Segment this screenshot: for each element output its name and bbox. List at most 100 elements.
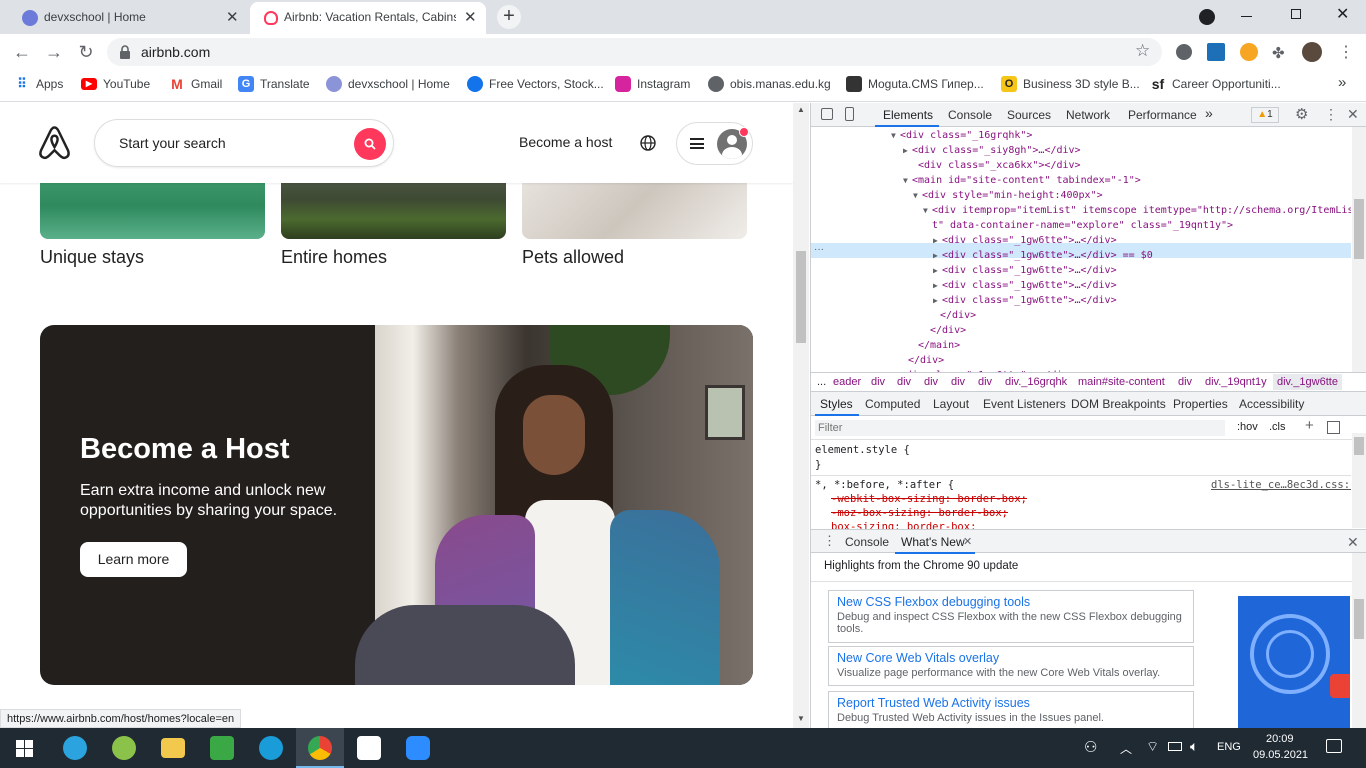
warning-badge[interactable]: ▲1 xyxy=(1251,107,1279,123)
breadcrumb-item[interactable]: div xyxy=(978,376,992,388)
drawer-tab-whats-new[interactable]: What's New xyxy=(901,535,965,549)
expand-arrow-icon[interactable]: ▶ xyxy=(903,146,912,155)
box-sizing-prop[interactable]: box-sizing: border-box; xyxy=(831,521,976,529)
address-bar[interactable]: airbnb.com ☆ xyxy=(107,38,1162,66)
volume-icon[interactable]: 🔈︎ xyxy=(1190,738,1198,755)
news-card-title[interactable]: Report Trusted Web Activity issues xyxy=(837,696,1185,710)
devtools-tab-sources[interactable]: Sources xyxy=(1007,108,1051,122)
dom-node-line[interactable]: </div> xyxy=(921,325,966,336)
profile-menu-icon[interactable] xyxy=(1199,9,1215,25)
cls-toggle[interactable]: .cls xyxy=(1269,421,1286,433)
expand-arrow-icon[interactable]: ▶ xyxy=(933,266,942,275)
close-tab-icon[interactable]: ✕ xyxy=(464,8,477,26)
chrome-menu-icon[interactable]: ⋮ xyxy=(1338,42,1354,62)
breadcrumb-item[interactable]: div._19qnt1y xyxy=(1205,376,1267,388)
people-icon[interactable]: ⚇ xyxy=(1084,738,1097,756)
category-label-entire-homes[interactable]: Entire homes xyxy=(281,247,387,268)
telegram-icon[interactable] xyxy=(63,736,87,760)
dom-node-line[interactable]: ▼ <div class="_16grqhk"> xyxy=(891,130,1032,141)
category-label-unique-stays[interactable]: Unique stays xyxy=(40,247,144,268)
computed-tab[interactable]: Computed xyxy=(865,397,920,411)
zoom-icon[interactable] xyxy=(406,736,430,760)
breadcrumb-item[interactable]: div xyxy=(951,376,965,388)
dom-breakpoints-tab[interactable]: DOM Breakpoints xyxy=(1071,397,1166,411)
back-icon[interactable]: ← xyxy=(10,40,34,64)
dom-node-line[interactable]: ▼ <main id="site-content" tabindex="-1"> xyxy=(903,175,1141,186)
bookmark-business[interactable]: O Business 3D style B... xyxy=(1001,76,1140,96)
globe-language-icon[interactable] xyxy=(640,135,656,151)
search-bar[interactable]: Start your search xyxy=(94,119,394,167)
bookmark-freepik[interactable]: Free Vectors, Stock... xyxy=(467,76,604,96)
whats-new-scroll-thumb[interactable] xyxy=(1354,599,1364,639)
dom-node-line[interactable]: ▶<div class="_1gw6tte">…</div> xyxy=(933,280,1117,291)
forward-icon[interactable]: → xyxy=(42,40,66,64)
styles-scroll-thumb[interactable] xyxy=(1354,437,1364,455)
event-listeners-tab[interactable]: Event Listeners xyxy=(983,397,1066,411)
category-label-pets-allowed[interactable]: Pets allowed xyxy=(522,247,624,268)
expand-arrow-icon[interactable]: ▼ xyxy=(923,206,932,215)
news-card[interactable]: Report Trusted Web Activity issues Debug… xyxy=(828,691,1194,728)
dom-scroll-thumb[interactable] xyxy=(1354,199,1364,259)
properties-tab[interactable]: Properties xyxy=(1173,397,1228,411)
wifi-icon[interactable]: ⌔ xyxy=(1146,738,1159,756)
close-whats-new-icon[interactable]: ✕ xyxy=(963,535,972,548)
expand-arrow-icon[interactable]: ▶ xyxy=(933,251,942,260)
scroll-up-arrow[interactable]: ▲ xyxy=(797,105,805,114)
devtools-tab-network[interactable]: Network xyxy=(1066,108,1110,122)
devtools-tab-performance[interactable]: Performance xyxy=(1128,108,1197,122)
styles-scrollbar[interactable] xyxy=(1352,433,1366,528)
breadcrumb-item[interactable]: div xyxy=(1178,376,1192,388)
extension-bug-icon[interactable] xyxy=(1176,44,1192,60)
notifications-icon[interactable] xyxy=(1326,739,1342,753)
battery-icon[interactable] xyxy=(1168,742,1182,751)
become-host-link[interactable]: Become a host xyxy=(519,134,612,150)
clock-time[interactable]: 20:09 xyxy=(1266,733,1294,745)
bookmark-apps[interactable]: ⠿ Apps xyxy=(14,76,63,96)
new-tab-button[interactable]: + xyxy=(497,5,521,29)
scroll-thumb[interactable] xyxy=(796,251,806,343)
camtasia-icon[interactable] xyxy=(210,736,234,760)
moz-box-sizing-prop[interactable]: -moz-box-sizing: border-box; xyxy=(831,507,1008,519)
dom-node-line[interactable]: </main> xyxy=(909,340,960,351)
airbnb-logo-icon[interactable] xyxy=(38,125,71,161)
bookmark-moguta[interactable]: Moguta.CMS Гипер... xyxy=(846,76,984,96)
maximize-button[interactable] xyxy=(1291,9,1301,19)
news-card[interactable]: New CSS Flexbox debugging tools Debug an… xyxy=(828,590,1194,643)
bookmark-gmail[interactable]: M Gmail xyxy=(169,76,222,96)
windows-start-icon[interactable] xyxy=(16,740,33,757)
close-drawer-icon[interactable]: ✕ xyxy=(1347,534,1359,551)
expand-arrow-icon[interactable]: ▼ xyxy=(891,131,900,140)
xmind-icon[interactable] xyxy=(112,736,136,760)
hov-toggle[interactable]: :hov xyxy=(1237,421,1258,433)
dom-node-line[interactable]: ▶<div class="_1gw6tte">…</div> xyxy=(933,235,1117,246)
tab-devxschool[interactable]: devxschool | Home ✕ xyxy=(8,2,248,34)
styles-filter-input[interactable] xyxy=(815,420,1225,436)
search-button[interactable] xyxy=(354,128,386,160)
expand-arrow-icon[interactable]: ▶ xyxy=(933,281,942,290)
bookmark-youtube[interactable]: ▶ YouTube xyxy=(81,76,150,96)
more-tabs-icon[interactable]: » xyxy=(1205,105,1213,121)
extension-round-icon[interactable] xyxy=(1240,43,1258,61)
webkit-box-sizing-prop[interactable]: -webkit-box-sizing: border-box; xyxy=(831,493,1027,505)
bookmark-translate[interactable]: G Translate xyxy=(238,76,310,96)
scroll-down-arrow[interactable]: ▼ xyxy=(797,714,805,723)
show-hidden-icons-icon[interactable]: ︿ xyxy=(1120,740,1132,757)
drawer-menu-icon[interactable]: ⋮ xyxy=(823,533,836,549)
whats-new-scrollbar[interactable] xyxy=(1352,553,1366,728)
dom-node-line[interactable]: t" data-container-name="explore" class="… xyxy=(923,220,1233,231)
expand-arrow-icon[interactable]: ▶ xyxy=(933,296,942,305)
element-style-rule[interactable]: element.style { xyxy=(815,444,910,456)
dom-scrollbar[interactable] xyxy=(1352,127,1366,372)
bookmark-star-icon[interactable]: ☆ xyxy=(1135,41,1150,61)
xmind-x-icon[interactable] xyxy=(357,736,381,760)
bookmark-career[interactable]: sf Career Opportuniti... xyxy=(1150,76,1281,96)
dom-node-line[interactable]: ▶ <div class="_siy8gh">…</div> xyxy=(903,145,1081,156)
dom-node-line[interactable]: ▶<div class="_1gw6tte">…</div> xyxy=(933,295,1117,306)
devtools-tab-console[interactable]: Console xyxy=(948,108,992,122)
universal-selector-rule[interactable]: *, *:before, *:after { xyxy=(815,479,954,491)
settings-gear-icon[interactable]: ⚙ xyxy=(1295,105,1308,123)
rule-source-link[interactable]: dls-lite_ce…8ec3d.css:1 xyxy=(1211,479,1351,491)
user-menu-button[interactable] xyxy=(676,122,753,165)
page-scrollbar[interactable]: ▲ ▼ xyxy=(793,103,809,728)
styles-tab[interactable]: Styles xyxy=(820,397,853,411)
